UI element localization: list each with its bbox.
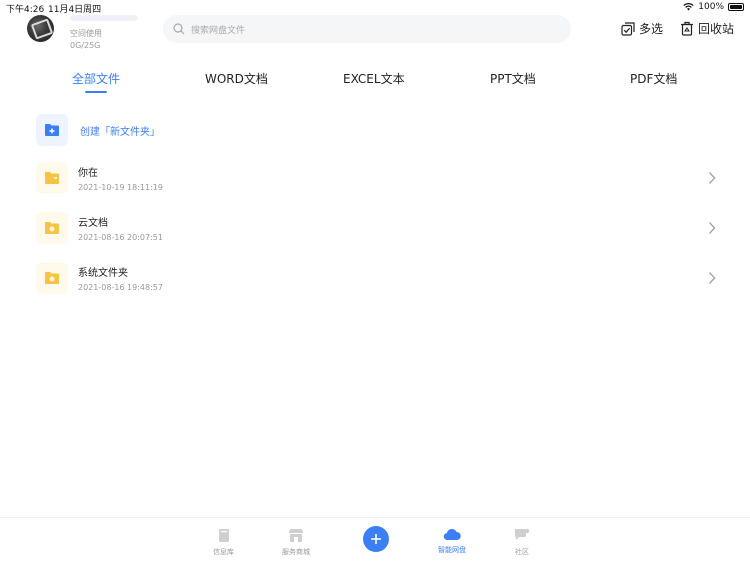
plus-icon — [371, 534, 381, 544]
chat-bubble-icon — [515, 528, 530, 540]
status-right: 100% — [683, 2, 744, 12]
file-name: 你在 — [78, 168, 98, 179]
nav-service-mall[interactable]: 服务商城 — [282, 528, 310, 557]
tab-excel[interactable]: EXCEL文本 — [343, 70, 405, 87]
file-date: 2021-10-19 18:11:19 — [78, 183, 163, 192]
document-icon — [218, 529, 229, 542]
avatar[interactable] — [27, 15, 54, 42]
nav-smart-drive-label: 智能网盘 — [438, 546, 466, 554]
recycle-bin-button[interactable]: 回收站 — [680, 20, 734, 37]
battery-percent: 100% — [698, 2, 724, 12]
nav-community-label: 社区 — [515, 548, 529, 556]
create-folder-button[interactable]: 创建「新文件夹」 — [36, 114, 160, 146]
add-button[interactable] — [363, 526, 389, 552]
multi-select-icon — [621, 21, 635, 36]
chevron-right-icon — [709, 222, 716, 234]
nav-service-label: 服务商城 — [282, 548, 310, 556]
nav-community[interactable]: 社区 — [514, 528, 530, 557]
store-icon — [289, 529, 303, 542]
status-time: 下午4:26 — [6, 5, 45, 15]
status-date: 11月4日周四 — [48, 5, 102, 15]
file-row[interactable]: 云文档 2021-08-16 20:07:51 — [36, 208, 716, 248]
nav-smart-drive[interactable]: 智能网盘 — [438, 528, 466, 555]
username-placeholder — [70, 15, 138, 21]
tab-pdf[interactable]: PDF文档 — [630, 70, 677, 87]
space-usage-value: 0G/25G — [70, 41, 101, 50]
wifi-icon — [683, 3, 694, 11]
file-date: 2021-08-16 20:07:51 — [78, 233, 163, 242]
cloud-icon — [443, 528, 461, 541]
recycle-bin-icon — [681, 21, 693, 36]
search-placeholder: 搜索网盘文件 — [191, 25, 246, 36]
active-tab-indicator — [85, 91, 107, 93]
file-type-tabs: 全部文件 WORD文档 EXCEL文本 PPT文档 PDF文档 — [0, 70, 750, 96]
cloud-folder-icon — [36, 212, 68, 244]
file-row[interactable]: 系统文件夹 2021-08-16 19:48:57 — [36, 258, 716, 298]
chevron-right-icon — [709, 172, 716, 184]
file-row[interactable]: 你在 2021-10-19 18:11:19 — [36, 158, 716, 198]
create-folder-label: 创建「新文件夹」 — [80, 126, 160, 138]
file-date: 2021-08-16 19:48:57 — [78, 283, 163, 292]
search-input[interactable]: 搜索网盘文件 — [163, 15, 571, 43]
multi-select-button[interactable]: 多选 — [621, 20, 663, 37]
space-usage-label: 空间使用 — [70, 29, 102, 38]
new-folder-icon — [36, 114, 68, 146]
multi-select-label: 多选 — [639, 22, 664, 36]
nav-info-label: 信息库 — [213, 548, 234, 556]
chevron-right-icon — [709, 272, 716, 284]
status-bar: 下午4:26 11月4日周四 100% — [0, 0, 750, 15]
folder-icon — [36, 162, 68, 194]
tab-word[interactable]: WORD文档 — [205, 70, 268, 87]
bottom-nav: 信息库 服务商城 智能网盘 社区 — [0, 517, 750, 562]
tab-ppt[interactable]: PPT文档 — [490, 70, 536, 87]
nav-info-library[interactable]: 信息库 — [213, 528, 234, 557]
battery-icon — [728, 3, 744, 11]
file-name: 云文档 — [78, 218, 108, 229]
system-folder-icon — [36, 262, 68, 294]
recycle-bin-label: 回收站 — [698, 22, 735, 36]
tab-all-files[interactable]: 全部文件 — [72, 70, 120, 87]
search-icon — [173, 23, 185, 35]
file-name: 系统文件夹 — [78, 268, 128, 279]
